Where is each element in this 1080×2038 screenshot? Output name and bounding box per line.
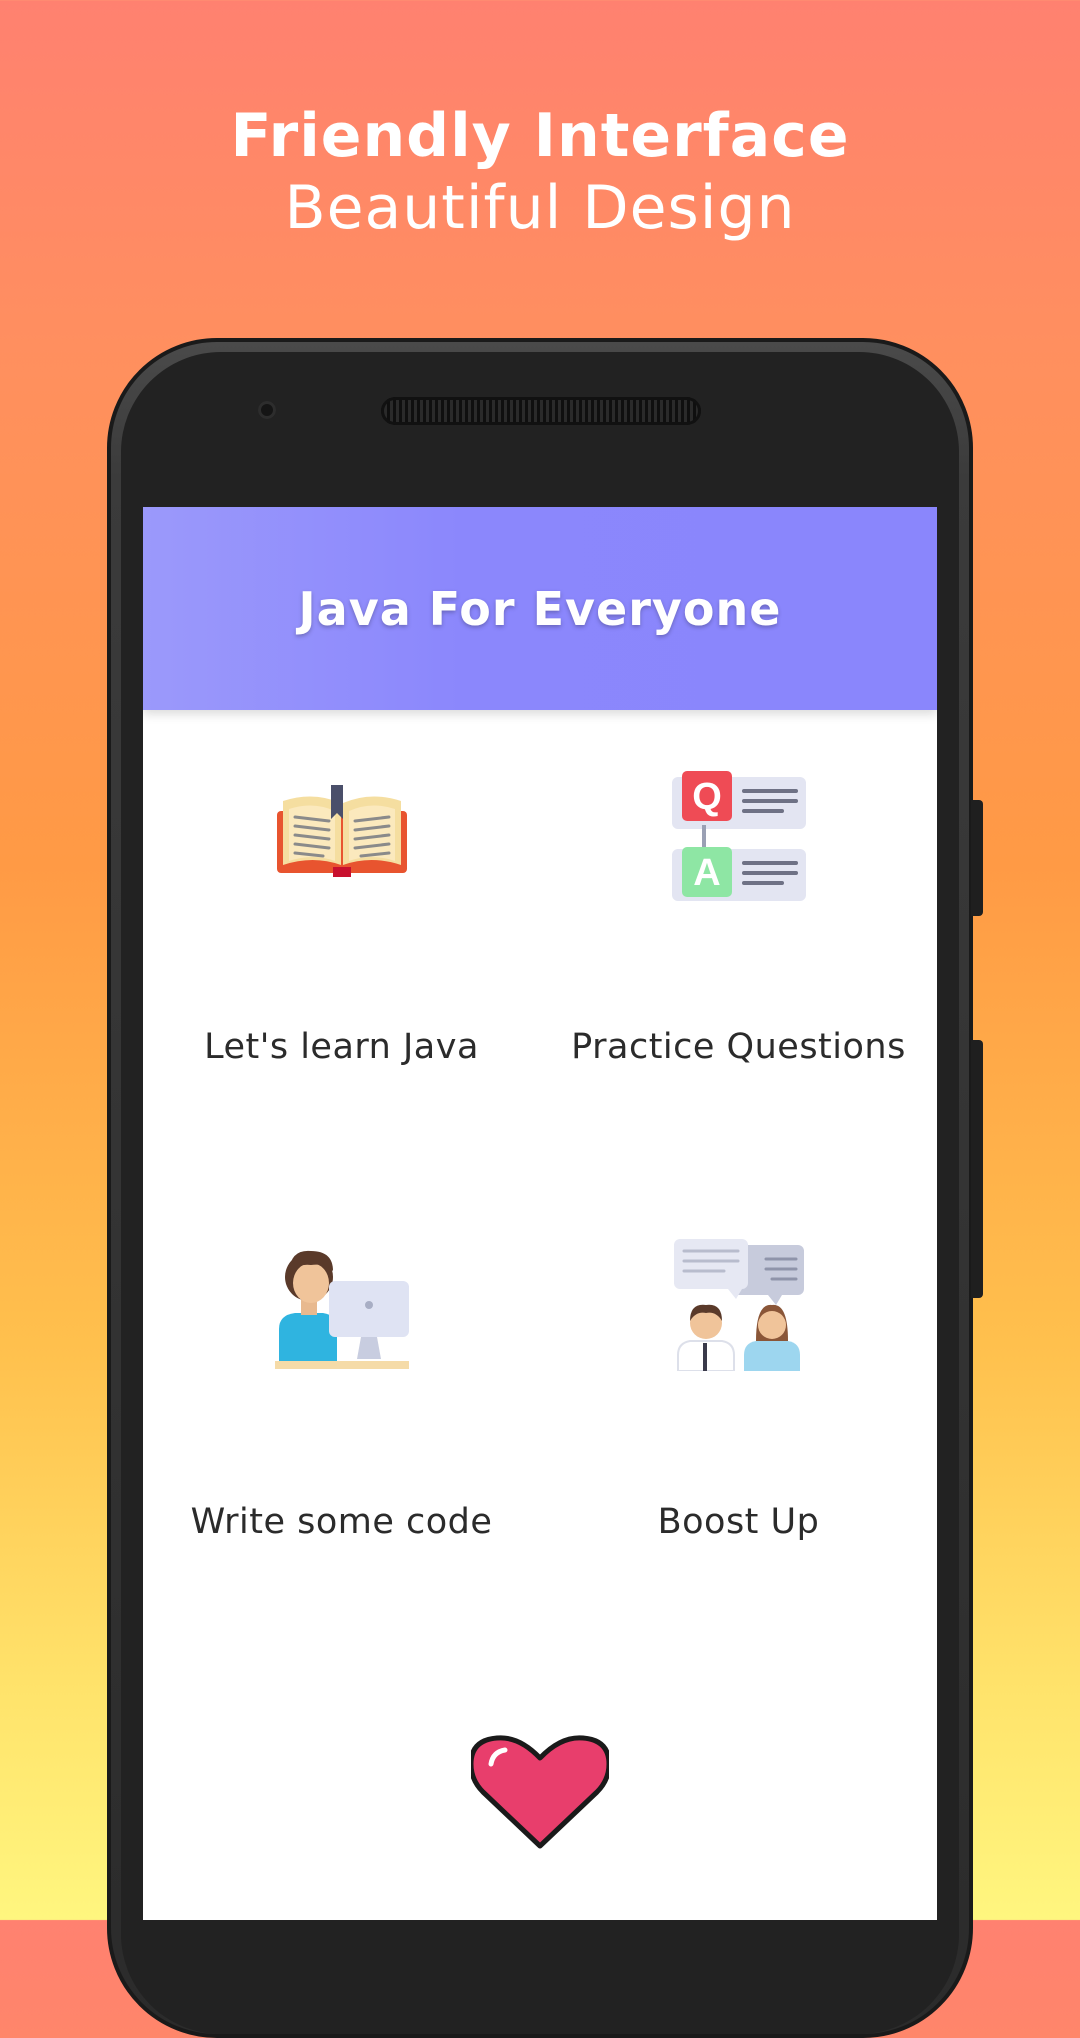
coder-at-computer-icon xyxy=(275,1250,409,1369)
tile-label: Boost Up xyxy=(657,1502,820,1542)
people-chat-icon xyxy=(674,1239,804,1371)
tile-label: Practice Questions xyxy=(571,1027,906,1067)
tile-practice-questions[interactable]: Q A Practice Questions xyxy=(540,727,937,1117)
tile-label: Let's learn Java xyxy=(204,1027,479,1067)
phone-side-button-volume xyxy=(971,1040,983,1298)
tile-learn-java[interactable]: Let's learn Java xyxy=(143,727,540,1117)
svg-text:A: A xyxy=(693,852,720,894)
app-title: Java For Everyone xyxy=(298,581,782,636)
app-bar: Java For Everyone xyxy=(143,507,937,710)
open-book-icon xyxy=(277,785,407,877)
promo-headline: Friendly Interface Beautiful Design xyxy=(0,100,1080,244)
qa-icon: Q A xyxy=(672,771,806,901)
phone-side-button-top xyxy=(971,800,983,916)
app-screen: Java For Everyone Let's learn Java Q A P… xyxy=(143,507,937,1920)
tile-boost-up[interactable]: Boost Up xyxy=(540,1207,937,1597)
tile-label: Write some code xyxy=(190,1502,493,1542)
heart-icon[interactable] xyxy=(471,1734,609,1854)
earpiece-speaker xyxy=(381,397,701,425)
promo-title: Friendly Interface xyxy=(230,101,850,171)
promo-subtitle: Beautiful Design xyxy=(284,173,796,243)
svg-text:Q: Q xyxy=(692,776,722,818)
front-camera xyxy=(258,401,276,419)
tile-write-code[interactable]: Write some code xyxy=(143,1207,540,1597)
